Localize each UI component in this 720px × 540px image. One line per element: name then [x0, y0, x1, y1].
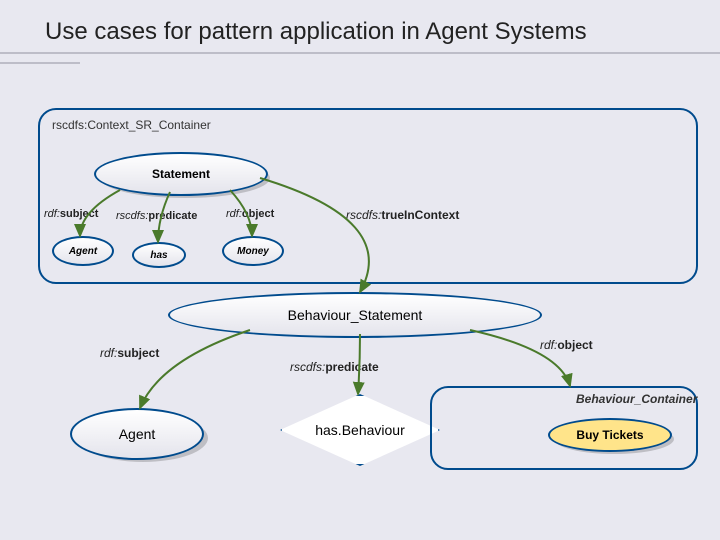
edge-rdf-subject-small: rdf:subject: [44, 208, 98, 220]
behaviour-container-label: Behaviour_Container: [576, 392, 697, 406]
edge-rdf-object-big: rdf:object: [540, 338, 593, 352]
money-node: Money: [222, 236, 284, 266]
edge-trueincontext: rscdfs:trueInContext: [346, 208, 459, 222]
page-title: Use cases for pattern application in Age…: [45, 18, 587, 46]
agent-big-label: Agent: [119, 426, 156, 442]
edge-rdf-object-small: rdf:object: [226, 208, 274, 220]
behaviour-statement-label: Behaviour_Statement: [288, 307, 423, 323]
agent-small-node: Agent: [52, 236, 114, 266]
has-small-label: has: [150, 250, 167, 261]
behaviour-statement-node: Behaviour_Statement: [168, 292, 542, 338]
statement-node: Statement: [94, 152, 268, 196]
has-behaviour-shape: has.Behaviour: [280, 394, 440, 466]
edge-rscdfs-predicate-small: rscdfs:predicate: [116, 210, 197, 222]
agent-small-label: Agent: [69, 246, 97, 257]
rule-main: [0, 52, 720, 54]
statement-label: Statement: [152, 167, 210, 181]
buy-tickets-node: Buy Tickets: [548, 418, 672, 452]
money-label: Money: [237, 246, 269, 257]
edge-rscdfs-predicate-big: rscdfs:predicate: [290, 360, 379, 374]
has-behaviour-node: has.Behaviour: [280, 394, 440, 470]
has-behaviour-label: has.Behaviour: [315, 422, 405, 438]
has-small-node: has: [132, 242, 186, 268]
rule-stub: [0, 62, 80, 64]
context-container-label: rscdfs:Context_SR_Container: [52, 118, 211, 132]
edge-rdf-subject-big: rdf:subject: [100, 346, 159, 360]
buy-tickets-label: Buy Tickets: [576, 428, 643, 442]
agent-big-node: Agent: [70, 408, 204, 460]
